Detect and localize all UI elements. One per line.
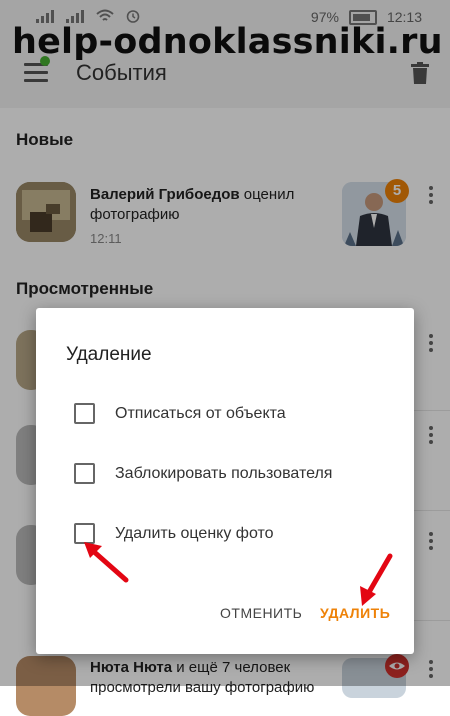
option-unsubscribe[interactable]: Отписаться от объекта xyxy=(74,403,286,424)
option-label: Удалить оценку фото xyxy=(115,524,274,542)
annotation-arrow-icon xyxy=(84,542,129,583)
checkbox[interactable] xyxy=(74,403,95,424)
option-block-user[interactable]: Заблокировать пользователя xyxy=(74,463,332,484)
cancel-button[interactable]: ОТМЕНИТЬ xyxy=(220,605,302,621)
option-label: Отписаться от объекта xyxy=(115,404,286,422)
dialog-title: Удаление xyxy=(66,344,152,365)
checkbox[interactable] xyxy=(74,463,95,484)
annotation-arrow-icon xyxy=(360,553,393,606)
option-label: Заблокировать пользователя xyxy=(115,464,333,482)
